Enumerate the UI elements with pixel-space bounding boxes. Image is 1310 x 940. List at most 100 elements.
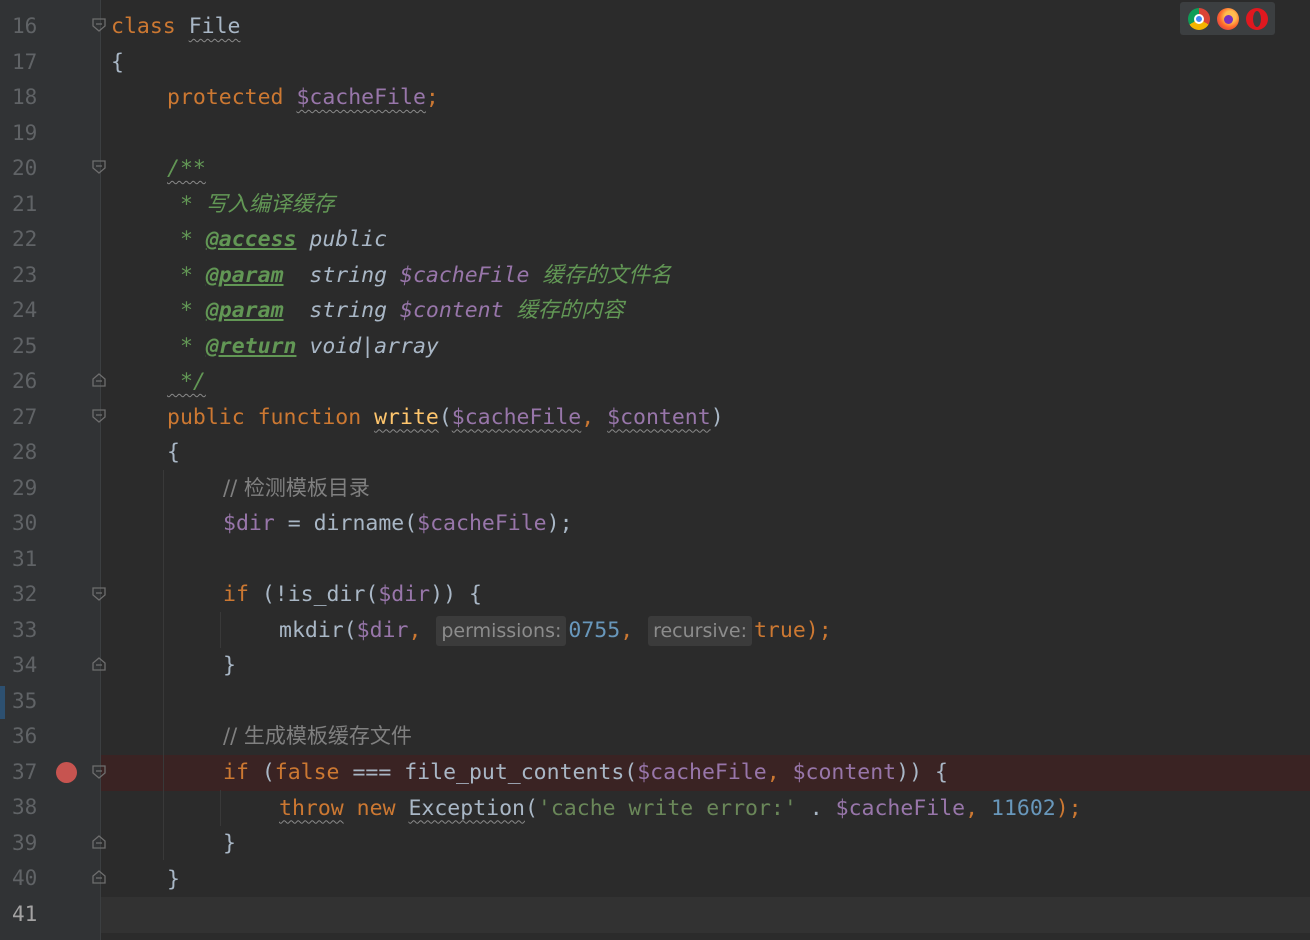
- string: 'cache write error:': [537, 795, 797, 821]
- inlay-hint-permissions: permissions:: [436, 615, 567, 646]
- line-number[interactable]: 24: [12, 293, 52, 329]
- line-number[interactable]: 32: [12, 577, 52, 613]
- doc-desc: 缓存的内容: [503, 298, 625, 323]
- brace: {: [167, 440, 180, 465]
- variable[interactable]: $cacheFile: [417, 511, 546, 536]
- browser-preview-toolbar: [1180, 2, 1275, 35]
- code-text: === file_put_contents(: [339, 760, 638, 785]
- line-number[interactable]: 30: [12, 506, 52, 542]
- keyword: false: [274, 760, 340, 785]
- variable[interactable]: $dir: [357, 618, 409, 643]
- code-line-22[interactable]: * @access public: [167, 222, 387, 258]
- line-number[interactable]: 38: [12, 790, 52, 826]
- code-line-23[interactable]: * @param string $cacheFile 缓存的文件名: [167, 258, 671, 294]
- paren: ): [710, 404, 724, 430]
- line-number[interactable]: 16: [12, 9, 52, 45]
- param[interactable]: $cacheFile: [452, 405, 581, 430]
- code-line-26[interactable]: */: [167, 364, 206, 400]
- line-number[interactable]: 17: [12, 45, 52, 81]
- breakpoint-icon[interactable]: [56, 762, 77, 783]
- code-text: );: [805, 617, 832, 643]
- line-number[interactable]: 22: [12, 222, 52, 258]
- line-number[interactable]: 34: [12, 648, 52, 684]
- code-line-28[interactable]: {: [167, 435, 180, 471]
- variable[interactable]: $dir: [378, 582, 430, 607]
- code-line-36[interactable]: // 生成模板缓存文件: [223, 719, 412, 755]
- fold-open-icon[interactable]: [92, 18, 106, 32]
- line-number[interactable]: 25: [12, 329, 52, 365]
- opera-icon[interactable]: [1245, 7, 1268, 30]
- variable[interactable]: $cacheFile: [836, 796, 965, 821]
- code-line-24[interactable]: * @param string $content 缓存的内容: [167, 293, 624, 329]
- code-line-33[interactable]: mkdir($dir, permissions: 0755, recursive:…: [279, 613, 832, 649]
- code-line-39[interactable]: }: [223, 826, 236, 862]
- class-name[interactable]: File: [189, 14, 241, 39]
- param[interactable]: $content: [607, 405, 711, 430]
- fold-close-icon[interactable]: [92, 657, 106, 671]
- line-number[interactable]: 20: [12, 151, 52, 187]
- line-number[interactable]: 27: [12, 400, 52, 436]
- paren: (: [524, 795, 538, 821]
- code-line-20[interactable]: /**: [167, 151, 206, 187]
- line-number[interactable]: 40: [12, 861, 52, 897]
- fold-close-icon[interactable]: [92, 870, 106, 884]
- keyword: if: [223, 582, 249, 607]
- class-name[interactable]: Exception: [408, 796, 525, 821]
- code-line-32[interactable]: if (!is_dir($dir)) {: [223, 577, 482, 613]
- code-text: (: [248, 760, 275, 785]
- fold-close-icon[interactable]: [92, 835, 106, 849]
- doc-open: /**: [167, 156, 206, 181]
- line-number[interactable]: 26: [12, 364, 52, 400]
- variable[interactable]: $content: [793, 760, 897, 785]
- code-line-16[interactable]: class File: [111, 9, 240, 45]
- doc-close: */: [167, 369, 206, 394]
- line-number[interactable]: 36: [12, 719, 52, 755]
- code-text: );: [546, 511, 573, 536]
- line-number[interactable]: 31: [12, 542, 52, 578]
- firefox-icon[interactable]: [1216, 7, 1239, 30]
- doc-type: string: [283, 298, 401, 323]
- fold-open-icon[interactable]: [92, 765, 106, 779]
- code-line-40[interactable]: }: [167, 862, 180, 898]
- line-number[interactable]: 39: [12, 826, 52, 862]
- line-number[interactable]: 28: [12, 435, 52, 471]
- function-name[interactable]: write: [374, 405, 439, 430]
- indent-guide: [220, 790, 221, 826]
- code-line-30[interactable]: $dir = dirname($cacheFile);: [223, 506, 573, 542]
- code-line-38[interactable]: throw new Exception('cache write error:'…: [279, 791, 1082, 827]
- doc-star: *: [167, 227, 206, 252]
- line-number[interactable]: 41: [12, 897, 52, 933]
- line-number[interactable]: 35: [12, 684, 52, 720]
- code-line-37[interactable]: if (false === file_put_contents($cacheFi…: [223, 755, 948, 791]
- line-number[interactable]: 29: [12, 471, 52, 507]
- keyword: public function: [167, 404, 375, 430]
- comma: ,: [581, 404, 608, 430]
- variable[interactable]: $dir: [223, 511, 275, 536]
- variable[interactable]: $cacheFile: [637, 760, 766, 785]
- code-line-17[interactable]: {: [111, 45, 124, 81]
- line-number[interactable]: 33: [12, 613, 52, 649]
- code-line-34[interactable]: }: [223, 648, 236, 684]
- code-line-18[interactable]: protected $cacheFile;: [167, 80, 439, 116]
- code-line-29[interactable]: // 检测模板目录: [223, 471, 370, 507]
- keyword: class: [111, 14, 176, 39]
- fold-open-icon[interactable]: [92, 587, 106, 601]
- code-line-21[interactable]: * 写入编译缓存: [167, 187, 335, 223]
- code-line-27[interactable]: public function write($cacheFile, $conte…: [167, 400, 724, 436]
- doc-value: public: [296, 227, 388, 252]
- line-number[interactable]: 18: [12, 80, 52, 116]
- code-line-25[interactable]: * @return void|array: [167, 329, 439, 365]
- keyword: true: [753, 617, 806, 643]
- chrome-icon[interactable]: [1187, 7, 1210, 30]
- line-number[interactable]: 37: [12, 755, 52, 791]
- fold-open-icon[interactable]: [92, 160, 106, 174]
- property[interactable]: $cacheFile: [296, 85, 425, 110]
- doc-star: *: [167, 333, 206, 359]
- line-number[interactable]: 19: [12, 116, 52, 152]
- indent-guide: [220, 612, 221, 648]
- fold-close-icon[interactable]: [92, 373, 106, 387]
- line-number[interactable]: 21: [12, 187, 52, 223]
- fold-open-icon[interactable]: [92, 409, 106, 423]
- doc-desc: 缓存的文件名: [529, 262, 672, 288]
- line-number[interactable]: 23: [12, 258, 52, 294]
